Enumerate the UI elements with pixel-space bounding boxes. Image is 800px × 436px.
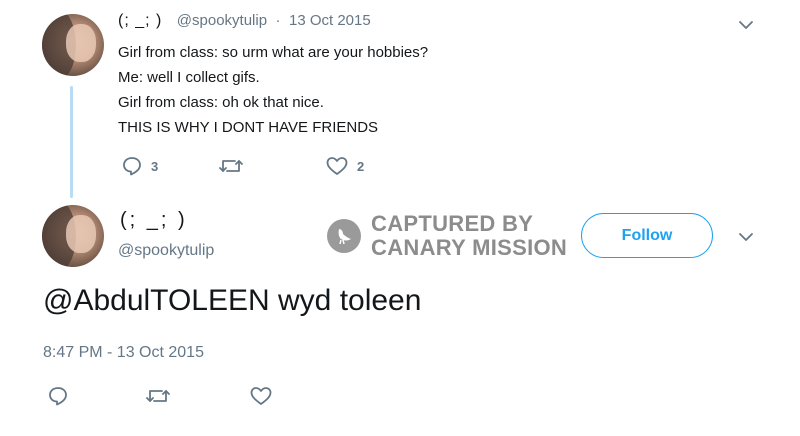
reply-button[interactable]: 3 xyxy=(121,155,158,177)
watermark-line-1: CAPTURED BY xyxy=(371,211,534,236)
avatar-face-shape xyxy=(66,24,96,62)
like-button[interactable]: 2 xyxy=(325,155,364,177)
reply-count: 3 xyxy=(151,158,159,174)
retweet-button[interactable] xyxy=(145,385,179,407)
follow-button[interactable]: Follow xyxy=(581,213,713,258)
retweet-button[interactable] xyxy=(218,155,252,177)
reply-button[interactable] xyxy=(47,385,77,407)
heart-icon xyxy=(250,387,272,405)
avatar-face-shape xyxy=(66,215,96,253)
first-tweet-body: Girl from class: so urm what are your ho… xyxy=(118,40,428,140)
first-tweet-header: (; _; ) @spookytulip · 13 Oct 2015 xyxy=(118,12,371,30)
avatar[interactable] xyxy=(42,205,104,267)
thread-connector-line xyxy=(70,86,73,198)
canary-logo-icon xyxy=(327,219,361,253)
tweet-line: Girl from class: oh ok that nice. xyxy=(118,94,324,111)
tweet-timestamp[interactable]: 8:47 PM - 13 Oct 2015 xyxy=(43,344,204,362)
avatar[interactable] xyxy=(42,14,104,76)
reply-icon xyxy=(123,157,141,176)
heart-icon xyxy=(326,157,348,175)
separator: · xyxy=(275,12,281,29)
handle[interactable]: @spookytulip xyxy=(177,12,267,29)
reply-icon xyxy=(49,387,67,406)
chevron-down-icon xyxy=(739,233,753,241)
chevron-down-icon xyxy=(739,21,753,29)
retweet-icon xyxy=(146,390,170,402)
display-name[interactable]: (; _; ) xyxy=(120,209,188,232)
canary-mission-watermark: CAPTURED BY CANARY MISSION xyxy=(327,212,567,260)
like-count: 2 xyxy=(357,158,365,174)
like-button[interactable] xyxy=(249,385,281,407)
watermark-line-2: CANARY MISSION xyxy=(371,235,568,260)
main-tweet-caret[interactable] xyxy=(737,228,755,251)
tweet-line: THIS IS WHY I DONT HAVE FRIENDS xyxy=(118,119,379,136)
bird-shape xyxy=(338,229,351,245)
first-tweet-caret[interactable] xyxy=(737,16,755,39)
retweet-icon xyxy=(219,160,243,172)
tweet-date[interactable]: 13 Oct 2015 xyxy=(289,12,371,29)
watermark-text: CAPTURED BY CANARY MISSION xyxy=(371,212,567,260)
tweet-line: Me: well I collect gifs. xyxy=(118,69,260,86)
handle[interactable]: @spookytulip xyxy=(118,242,214,260)
tweet-line: Girl from class: so urm what are your ho… xyxy=(118,44,429,61)
display-name[interactable]: (; _; ) xyxy=(118,12,162,29)
tweet-text: @AbdulTOLEEN wyd toleen xyxy=(43,284,422,317)
